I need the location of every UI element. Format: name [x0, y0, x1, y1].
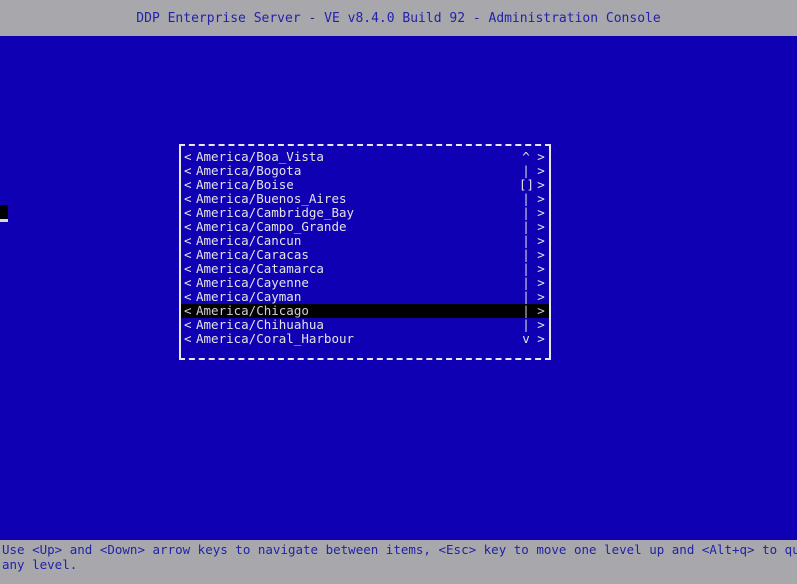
scrollbar-cell[interactable]: |	[519, 290, 533, 304]
right-marker-icon: >	[537, 191, 545, 206]
list-item[interactable]: < America/Boa_Vista ^ >	[181, 150, 549, 164]
scrollbar-cell[interactable]: |	[519, 192, 533, 206]
scrollbar-cell[interactable]: |	[519, 220, 533, 234]
scrollbar-cell[interactable]: []	[519, 178, 534, 192]
list-item[interactable]: < America/Coral_Harbour v >	[181, 332, 549, 346]
terminal-screen: < America/Boa_Vista ^ > < America/Bogota | > < Am…	[0, 36, 797, 540]
list-item-label: America/Cayenne	[196, 276, 309, 290]
terminal-cursor	[0, 205, 8, 222]
right-marker-icon: >	[537, 149, 545, 164]
right-marker-icon: >	[537, 331, 545, 346]
left-marker-icon: <	[184, 275, 192, 290]
page-title: DDP Enterprise Server - VE v8.4.0 Build …	[136, 10, 661, 26]
scrollbar-cell[interactable]: v	[519, 332, 533, 346]
scrollbar-cell[interactable]: ^	[519, 150, 533, 164]
list-item-label: America/Boa_Vista	[196, 150, 324, 164]
scrollbar-cell[interactable]: |	[519, 248, 533, 262]
list-item[interactable]: < America/Caracas | >	[181, 248, 549, 262]
list-item-label: America/Cayman	[196, 290, 302, 304]
left-marker-icon: <	[184, 303, 192, 318]
list-item[interactable]: < America/Cancun | >	[181, 234, 549, 248]
scrollbar-cell[interactable]: |	[519, 164, 533, 178]
scrollbar-cell[interactable]: |	[519, 234, 533, 248]
right-marker-icon: >	[537, 177, 545, 192]
right-marker-icon: >	[537, 317, 545, 332]
left-marker-icon: <	[184, 149, 192, 164]
list-item-label: America/Campo_Grande	[196, 220, 347, 234]
list-item-label: America/Cambridge_Bay	[196, 206, 355, 220]
left-marker-icon: <	[184, 261, 192, 276]
list-item[interactable]: < America/Cayman | >	[181, 290, 549, 304]
timezone-listbox[interactable]: < America/Boa_Vista ^ > < America/Bogota | > < Am…	[179, 144, 551, 360]
right-marker-icon: >	[537, 289, 545, 304]
left-marker-icon: <	[184, 317, 192, 332]
right-marker-icon: >	[537, 303, 545, 318]
list-item[interactable]: < America/Boise [] >	[181, 178, 549, 192]
timezone-list: < America/Boa_Vista ^ > < America/Bogota | > < Am…	[181, 150, 549, 346]
list-item-label: America/Bogota	[196, 164, 302, 178]
left-marker-icon: <	[184, 247, 192, 262]
list-item-label: America/Chicago	[196, 304, 309, 318]
list-item-label: America/Cancun	[196, 234, 302, 248]
right-marker-icon: >	[537, 219, 545, 234]
left-marker-icon: <	[184, 289, 192, 304]
left-marker-icon: <	[184, 191, 192, 206]
list-item[interactable]: < America/Chihuahua | >	[181, 318, 549, 332]
right-marker-icon: >	[537, 163, 545, 178]
scrollbar-cell[interactable]: |	[519, 206, 533, 220]
list-item[interactable]: < America/Buenos_Aires | >	[181, 192, 549, 206]
right-marker-icon: >	[537, 261, 545, 276]
left-marker-icon: <	[184, 233, 192, 248]
help-bar: Use <Up> and <Down> arrow keys to naviga…	[0, 540, 797, 584]
right-marker-icon: >	[537, 275, 545, 290]
scrollbar-cell[interactable]: |	[519, 276, 533, 290]
list-item[interactable]: < America/Cambridge_Bay | >	[181, 206, 549, 220]
scrollbar-cell[interactable]: |	[519, 262, 533, 276]
scrollbar-cell[interactable]: |	[519, 318, 533, 332]
help-text-line-1: Use <Up> and <Down> arrow keys to naviga…	[2, 542, 797, 557]
right-marker-icon: >	[537, 247, 545, 262]
list-item-label: America/Coral_Harbour	[196, 332, 355, 346]
list-item[interactable]: < America/Chicago | >	[181, 304, 549, 318]
left-marker-icon: <	[184, 219, 192, 234]
list-item-label: America/Buenos_Aires	[196, 192, 347, 206]
right-marker-icon: >	[537, 233, 545, 248]
right-marker-icon: >	[537, 205, 545, 220]
left-marker-icon: <	[184, 205, 192, 220]
left-marker-icon: <	[184, 163, 192, 178]
left-marker-icon: <	[184, 177, 192, 192]
help-text-line-2: any level.	[2, 557, 78, 572]
list-item-label: America/Caracas	[196, 248, 309, 262]
list-item[interactable]: < America/Bogota | >	[181, 164, 549, 178]
scrollbar-cell[interactable]: |	[519, 304, 533, 318]
list-item[interactable]: < America/Campo_Grande | >	[181, 220, 549, 234]
list-item-label: America/Catamarca	[196, 262, 324, 276]
list-item[interactable]: < America/Catamarca | >	[181, 262, 549, 276]
list-item-label: America/Chihuahua	[196, 318, 324, 332]
title-bar: DDP Enterprise Server - VE v8.4.0 Build …	[0, 0, 797, 36]
list-item[interactable]: < America/Cayenne | >	[181, 276, 549, 290]
left-marker-icon: <	[184, 331, 192, 346]
list-item-label: America/Boise	[196, 178, 294, 192]
